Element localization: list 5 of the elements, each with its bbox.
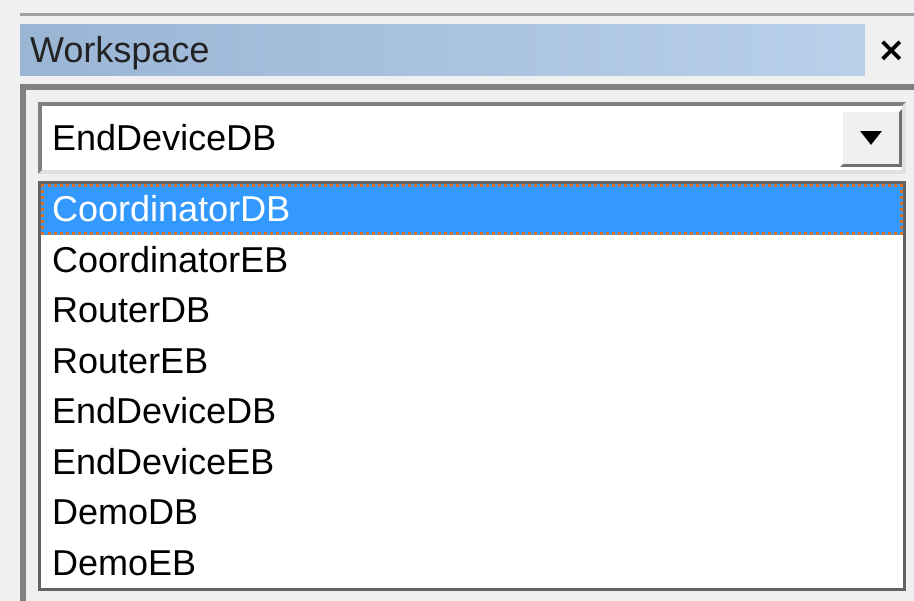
panel-title: Workspace xyxy=(20,24,865,76)
dropdown-field[interactable]: EndDeviceDB xyxy=(38,102,906,174)
close-button[interactable]: × xyxy=(877,33,906,67)
caret-icon xyxy=(860,131,882,145)
dropdown-arrow-button[interactable] xyxy=(840,109,902,167)
